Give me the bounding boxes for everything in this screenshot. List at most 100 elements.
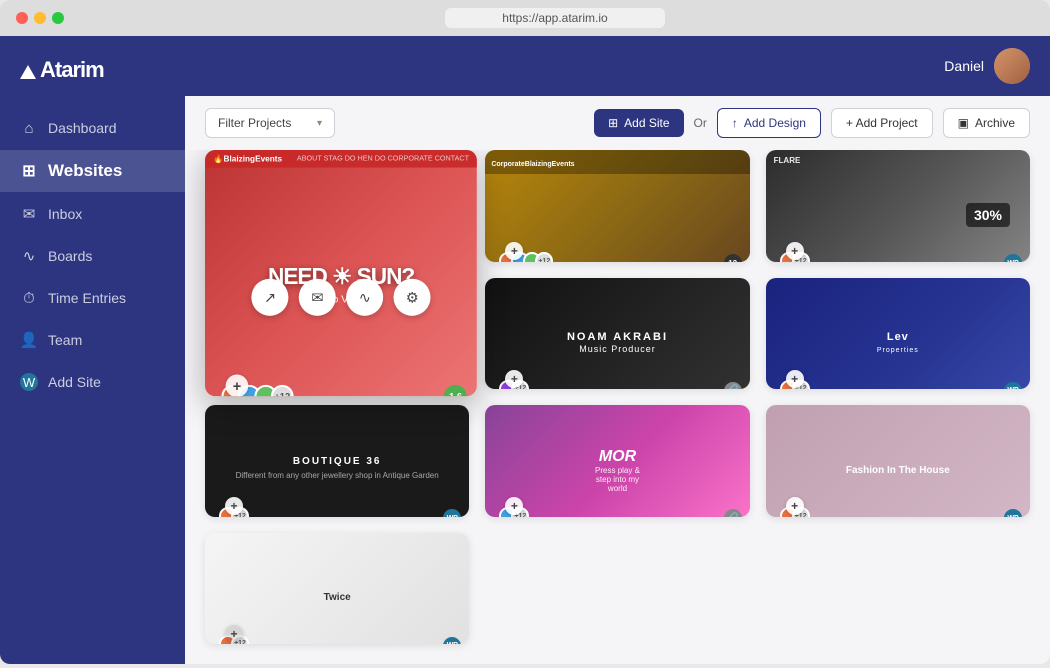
- sidebar-item-dashboard[interactable]: ⌂ Dashboard: [0, 108, 185, 148]
- badge-london: WP: [1004, 382, 1022, 390]
- project-card-music[interactable]: MOR Press play &step into myworld + +12 …: [485, 405, 749, 517]
- card-thumbnail-music: MOR Press play &step into myworld + +12 …: [485, 405, 749, 517]
- music-text: MOR Press play &step into myworld: [595, 448, 640, 493]
- project-card-fashion-house[interactable]: Fashion In The House + +12 WP Fashion In…: [766, 405, 1030, 517]
- logo-text: Atarim: [40, 57, 104, 82]
- blazing-header: 🔥BlaizingEvents ABOUT STAG DO HEN DO COR…: [205, 150, 477, 168]
- card-thumbnail-jewel: BOUTIQUE 36 Different from any other jew…: [205, 405, 469, 517]
- badge-corp: 12: [724, 254, 742, 262]
- sidebar-item-label: Boards: [48, 248, 92, 264]
- card-avatars-gut: + +12: [215, 635, 243, 645]
- grid-icon: ⊞: [20, 162, 38, 180]
- project-card-blazing[interactable]: 🔥BlaizingEvents ABOUT STAG DO HEN DO COR…: [205, 150, 477, 396]
- sidebar-item-boards[interactable]: ∿ Boards: [0, 236, 185, 276]
- sidebar-logo: Atarim: [0, 36, 185, 108]
- card-avatars-prod: + +12: [495, 380, 523, 390]
- team-icon: 👤: [20, 331, 38, 349]
- archive-label: Archive: [975, 116, 1015, 130]
- project-card-fashion-guru[interactable]: FLARE + +12 WP 30% Fashion Guru In Style…: [766, 150, 1030, 262]
- sidebar-item-time-entries[interactable]: ⏱ Time Entries: [0, 278, 185, 318]
- sidebar-item-websites[interactable]: ⊞ Websites: [0, 150, 185, 192]
- corporate-logo: CorporateBlaizingEvents: [491, 161, 574, 168]
- user-name: Daniel: [944, 58, 984, 74]
- add-button-fh[interactable]: +: [786, 497, 804, 515]
- browser-dots: [16, 12, 64, 24]
- fashion-house-text: Fashion In The House: [846, 465, 950, 476]
- sidebar-item-team[interactable]: 👤 Team: [0, 320, 185, 360]
- card-thumbnail-fashion-house: Fashion In The House + +12 WP: [766, 405, 1030, 517]
- clock-icon: ⏱: [20, 289, 38, 307]
- corporate-header: CorporateBlaizingEvents: [485, 150, 749, 174]
- project-card-londonlet[interactable]: LevProperties + +12 WP Londonlet Propert…: [766, 278, 1030, 390]
- fashion-label: FLARE: [774, 156, 801, 165]
- home-icon: ⌂: [20, 119, 38, 137]
- blazing-nav: ABOUT STAG DO HEN DO CORPORATE CONTACT: [297, 155, 469, 162]
- add-design-label: Add Design: [744, 116, 806, 130]
- boards-icon: ∿: [20, 247, 38, 265]
- projects-grid: 🔥BlaizingEvents ABOUT STAG DO HEN DO COR…: [185, 150, 1050, 664]
- add-site-icon: ⊞: [608, 116, 618, 130]
- main-content: Daniel Filter Projects ▾ ⊞ Add Site Or ↑…: [185, 36, 1050, 664]
- header-user: Daniel: [944, 48, 1030, 84]
- add-collaborator-button[interactable]: +: [226, 375, 249, 397]
- settings-action[interactable]: ⚙: [394, 279, 431, 316]
- inbox-icon: ✉: [20, 205, 38, 223]
- card-action-buttons: ↗ ✉ ∿ ⚙: [252, 279, 431, 316]
- add-button-jewel[interactable]: +: [225, 497, 243, 515]
- card-avatars-corp: + +12: [495, 252, 547, 262]
- blazing-logo-text: 🔥BlaizingEvents: [213, 154, 282, 163]
- add-project-label: + Add Project: [846, 116, 918, 130]
- add-project-button[interactable]: + Add Project: [831, 108, 933, 138]
- badge-music: 🔗: [724, 509, 742, 517]
- project-card-producing[interactable]: NOAM AKRABIMusic Producer + +12 🔗 Produc…: [485, 278, 749, 390]
- sidebar-item-label: Time Entries: [48, 290, 126, 306]
- add-button-fashion[interactable]: +: [786, 242, 804, 260]
- sidebar-item-inbox[interactable]: ✉ Inbox: [0, 194, 185, 234]
- sidebar-item-label: Inbox: [48, 206, 82, 222]
- gut-text: Twice: [324, 592, 351, 603]
- browser-chrome: https://app.atarim.io: [0, 0, 1050, 36]
- or-label: Or: [694, 116, 707, 130]
- project-card-gut[interactable]: Twice + +12 WP Go With Your Gut https://…: [205, 533, 469, 645]
- sidebar: Atarim ⌂ Dashboard ⊞ Websites ✉ Inbox ∿ …: [0, 36, 185, 664]
- share-action[interactable]: ↗: [252, 279, 289, 316]
- card-badge-blazing: 1.6: [444, 385, 467, 396]
- avatar-image: [994, 48, 1030, 84]
- sidebar-item-label: Team: [48, 332, 82, 348]
- badge-gut: WP: [443, 637, 461, 645]
- browser-url-bar[interactable]: https://app.atarim.io: [445, 8, 665, 28]
- add-design-button[interactable]: ↑ Add Design: [717, 108, 821, 138]
- logo-icon: [20, 65, 36, 79]
- filter-projects-select[interactable]: Filter Projects ▾: [205, 108, 335, 138]
- card-thumbnail-fashion: FLARE + +12 WP 30%: [766, 150, 1030, 262]
- wordpress-icon: W: [20, 373, 38, 391]
- badge-fh: WP: [1004, 509, 1022, 517]
- project-card-corporate[interactable]: CorporateBlaizingEvents Team Building & …: [485, 150, 749, 262]
- dot-yellow: [34, 12, 46, 24]
- sidebar-item-add-site[interactable]: W Add Site: [0, 362, 185, 402]
- add-site-label: Add Site: [624, 116, 669, 130]
- avatar: [994, 48, 1030, 84]
- badge-fashion: WP: [1004, 254, 1022, 262]
- card-thumbnail-producing: NOAM AKRABIMusic Producer + +12 🔗: [485, 278, 749, 390]
- top-header: Daniel: [185, 36, 1050, 96]
- add-site-button[interactable]: ⊞ Add Site: [594, 109, 683, 137]
- music-title: MOR: [595, 448, 640, 466]
- dot-red: [16, 12, 28, 24]
- add-button-prod[interactable]: +: [505, 370, 523, 388]
- add-button-london[interactable]: +: [786, 370, 804, 388]
- archive-button[interactable]: ▣ Archive: [943, 108, 1030, 138]
- analytics-action[interactable]: ∿: [346, 279, 383, 316]
- add-button-gut[interactable]: +: [225, 625, 243, 643]
- card-avatars-fashion: + +12: [776, 252, 804, 262]
- card-thumbnail-gut: Twice + +12 WP: [205, 533, 469, 645]
- project-card-fine-jewellery[interactable]: BOUTIQUE 36 Different from any other jew…: [205, 405, 469, 517]
- avatar-count: +12: [271, 385, 294, 396]
- londonlet-text: LevProperties: [877, 331, 919, 355]
- card-avatars-london: + +12: [776, 380, 804, 390]
- noam-text: NOAM AKRABIMusic Producer: [567, 331, 668, 355]
- card-avatars-jewel: + +12: [215, 507, 243, 517]
- card-avatars: + +12: [215, 385, 287, 396]
- email-action[interactable]: ✉: [299, 279, 336, 316]
- upload-icon: ↑: [732, 116, 738, 130]
